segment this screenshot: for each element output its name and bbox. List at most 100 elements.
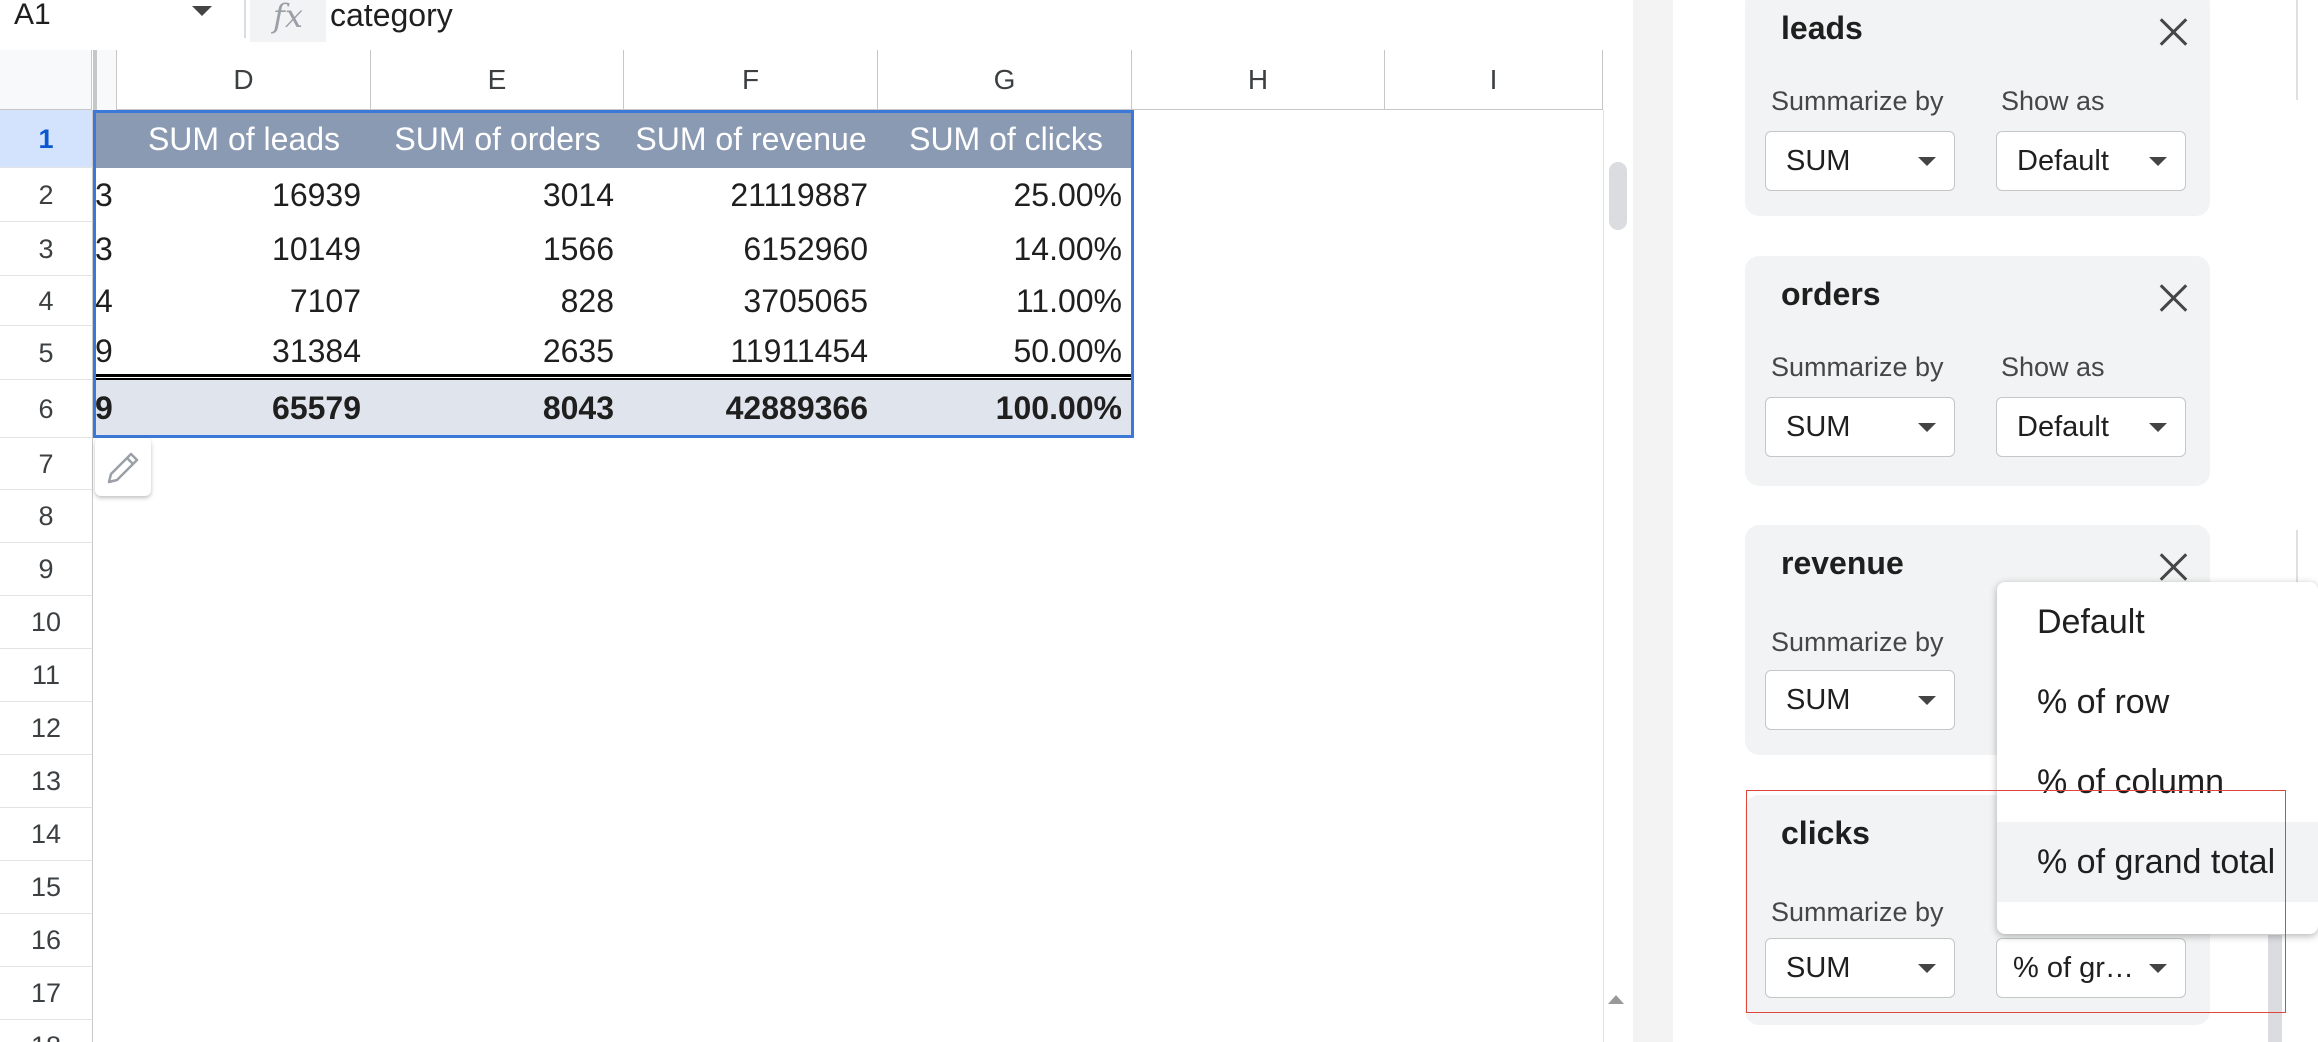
pivot-header-leads[interactable]: SUM of leads <box>117 110 371 168</box>
row-header-10[interactable]: 10 <box>0 596 93 649</box>
pivot-cell[interactable]: 3014 <box>371 168 624 222</box>
pencil-icon <box>107 452 139 484</box>
value-card-title: leads <box>1781 10 1863 46</box>
pivot-cell-partial[interactable]: 3 <box>95 168 117 222</box>
pivot-cell[interactable]: 2635 <box>371 326 624 376</box>
frozen-column-divider[interactable] <box>93 50 117 110</box>
column-header-h[interactable]: H <box>1132 50 1385 110</box>
row-header-12[interactable]: 12 <box>0 702 93 755</box>
summarize-by-label: Summarize by <box>1771 627 1944 657</box>
value-card-title: revenue <box>1781 545 1904 581</box>
pivot-cell[interactable]: 11.00% <box>878 276 1132 326</box>
caret-down-icon <box>1918 964 1936 973</box>
pivot-cell[interactable]: 31384 <box>117 326 371 376</box>
menu-item-percent-of-column[interactable]: % of column <box>1997 742 2318 822</box>
caret-down-icon <box>2149 157 2167 166</box>
pivot-header-revenue[interactable]: SUM of revenue <box>624 110 878 168</box>
dropdown-value: % of gr… <box>2013 952 2134 984</box>
menu-item-percent-of-grand-total[interactable]: % of grand total <box>1997 822 2318 902</box>
column-header-f[interactable]: F <box>624 50 878 110</box>
pivot-cell[interactable]: 21119887 <box>624 168 878 222</box>
pivot-cell[interactable]: 11911454 <box>624 326 878 376</box>
pivot-cell[interactable]: 1566 <box>371 222 624 276</box>
vertical-scrollbar[interactable] <box>1603 110 1633 1042</box>
pivot-total-cell[interactable]: 8043 <box>371 380 624 436</box>
row-header-14[interactable]: 14 <box>0 808 93 861</box>
row-header-18[interactable]: 18 <box>0 1020 93 1042</box>
value-card-title: orders <box>1781 276 1881 312</box>
row-header-3[interactable]: 3 <box>0 222 93 276</box>
menu-item-default[interactable]: Default <box>1997 582 2318 662</box>
formula-input[interactable]: category <box>330 0 453 34</box>
fx-icon: fx <box>250 0 326 42</box>
name-box-dropdown-icon[interactable] <box>192 6 212 16</box>
summarize-by-dropdown[interactable]: SUM <box>1765 131 1955 191</box>
row-header-13[interactable]: 13 <box>0 755 93 808</box>
close-icon[interactable] <box>2158 551 2188 581</box>
value-card-title: clicks <box>1781 815 1870 851</box>
name-box[interactable]: A1 <box>14 0 51 32</box>
menu-item-percent-of-row[interactable]: % of row <box>1997 662 2318 742</box>
summarize-by-dropdown[interactable]: SUM <box>1765 938 1955 998</box>
pivot-cell[interactable]: 10149 <box>117 222 371 276</box>
panel-scroll-track <box>2296 530 2298 585</box>
pivot-cell[interactable]: 16939 <box>117 168 371 222</box>
pivot-cell[interactable]: 828 <box>371 276 624 326</box>
pivot-total-cell[interactable]: 65579 <box>117 380 371 436</box>
summarize-by-dropdown[interactable]: SUM <box>1765 397 1955 457</box>
column-header-g[interactable]: G <box>878 50 1132 110</box>
pivot-cell[interactable]: 25.00% <box>878 168 1132 222</box>
pivot-cell-partial[interactable]: 9 <box>95 326 117 376</box>
summarize-by-label: Summarize by <box>1771 352 1944 382</box>
column-header-e[interactable]: E <box>371 50 624 110</box>
row-header-16[interactable]: 16 <box>0 914 93 967</box>
pivot-cell[interactable]: 7107 <box>117 276 371 326</box>
close-icon[interactable] <box>2158 282 2188 312</box>
summarize-by-label: Summarize by <box>1771 86 1944 116</box>
pivot-header-clicks[interactable]: SUM of clicks <box>878 110 1134 168</box>
pivot-cell[interactable]: 3705065 <box>624 276 878 326</box>
row-header-11[interactable]: 11 <box>0 649 93 702</box>
pivot-total-cell[interactable]: 100.00% <box>878 380 1132 436</box>
pivot-cell[interactable]: 50.00% <box>878 326 1132 376</box>
pivot-total-partial[interactable]: 9 <box>95 380 117 436</box>
summarize-by-dropdown[interactable]: SUM <box>1765 670 1955 730</box>
row-header-2[interactable]: 2 <box>0 168 93 222</box>
scroll-up-arrow-icon[interactable] <box>1608 995 1624 1004</box>
pivot-cell[interactable]: 14.00% <box>878 222 1132 276</box>
pivot-header-orders[interactable]: SUM of orders <box>371 110 624 168</box>
vertical-scroll-thumb[interactable] <box>1609 162 1627 230</box>
row-header-9[interactable]: 9 <box>0 543 93 596</box>
column-header-d[interactable]: D <box>117 50 371 110</box>
show-as-label: Show as <box>2001 352 2105 382</box>
show-as-dropdown[interactable]: Default <box>1996 397 2186 457</box>
row-header-1[interactable]: 1 <box>0 110 93 168</box>
select-all-corner[interactable] <box>0 50 92 110</box>
pivot-cell[interactable]: 6152960 <box>624 222 878 276</box>
panel-scroll-thumb[interactable] <box>2268 935 2282 1042</box>
caret-down-icon <box>1918 696 1936 705</box>
show-as-dropdown[interactable]: Default <box>1996 131 2186 191</box>
close-icon[interactable] <box>2158 16 2188 46</box>
row-header-4[interactable]: 4 <box>0 276 93 326</box>
caret-down-icon <box>2149 964 2167 973</box>
dropdown-value: Default <box>2017 411 2109 443</box>
dropdown-value: SUM <box>1786 145 1851 177</box>
column-header-i[interactable]: I <box>1385 50 1603 110</box>
formula-bar-divider <box>244 0 246 38</box>
pivot-cell-partial[interactable]: 4 <box>95 276 117 326</box>
pivot-cell-partial[interactable]: 3 <box>95 222 117 276</box>
show-as-dropdown[interactable]: % of gr… <box>1996 938 2186 998</box>
row-header-6[interactable]: 6 <box>0 380 93 438</box>
pivot-total-cell[interactable]: 42889366 <box>624 380 878 436</box>
dropdown-value: SUM <box>1786 952 1851 984</box>
row-header-8[interactable]: 8 <box>0 490 93 543</box>
spreadsheet-grid[interactable]: D E F G H I 1 2 3 4 5 6 7 8 9 10 11 12 1… <box>0 50 1633 1042</box>
row-header-17[interactable]: 17 <box>0 967 93 1020</box>
row-header-5[interactable]: 5 <box>0 326 93 380</box>
formula-bar: A1 fx category <box>0 0 1633 50</box>
row-header-15[interactable]: 15 <box>0 861 93 914</box>
row-header-7[interactable]: 7 <box>0 438 93 490</box>
panel-scroll-track <box>2296 0 2298 100</box>
edit-pivot-button[interactable] <box>95 438 151 496</box>
